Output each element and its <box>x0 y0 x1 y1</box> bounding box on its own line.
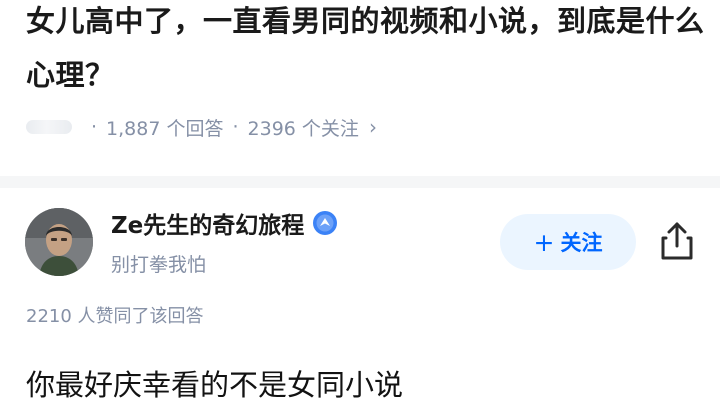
meta-separator: · <box>232 116 239 138</box>
answer-count[interactable]: 1,887 个回答 <box>106 114 223 141</box>
question-title: 女儿高中了，一直看男同的视频和小说，到底是什么心理？ <box>26 4 705 92</box>
author-name[interactable]: Ze先生的奇幻旅程 <box>111 206 338 240</box>
verified-badge-icon <box>312 210 338 236</box>
author-name-text[interactable]: Ze先生的奇幻旅程 <box>111 206 304 240</box>
chevron-right-icon[interactable]: › <box>369 115 377 139</box>
follow-button[interactable]: + 关注 <box>500 214 636 270</box>
follow-label: 关注 <box>560 231 603 255</box>
section-divider <box>0 176 720 188</box>
answer-first-line: 你最好庆幸看的不是女同小说 <box>26 368 404 402</box>
share-icon[interactable] <box>658 220 696 266</box>
asker-avatar-blurred <box>26 120 72 134</box>
meta-separator: · <box>91 116 98 138</box>
follower-count[interactable]: 2396 个关注 <box>248 114 359 141</box>
plus-icon: + <box>533 227 555 257</box>
likes-count: 2210 人赞同了该回答 <box>26 306 204 327</box>
avatar[interactable] <box>25 208 93 276</box>
author-bio: 别打拳我怕 <box>111 254 207 276</box>
question-meta: · 1,887 个回答 · 2396 个关注 › <box>26 112 377 142</box>
